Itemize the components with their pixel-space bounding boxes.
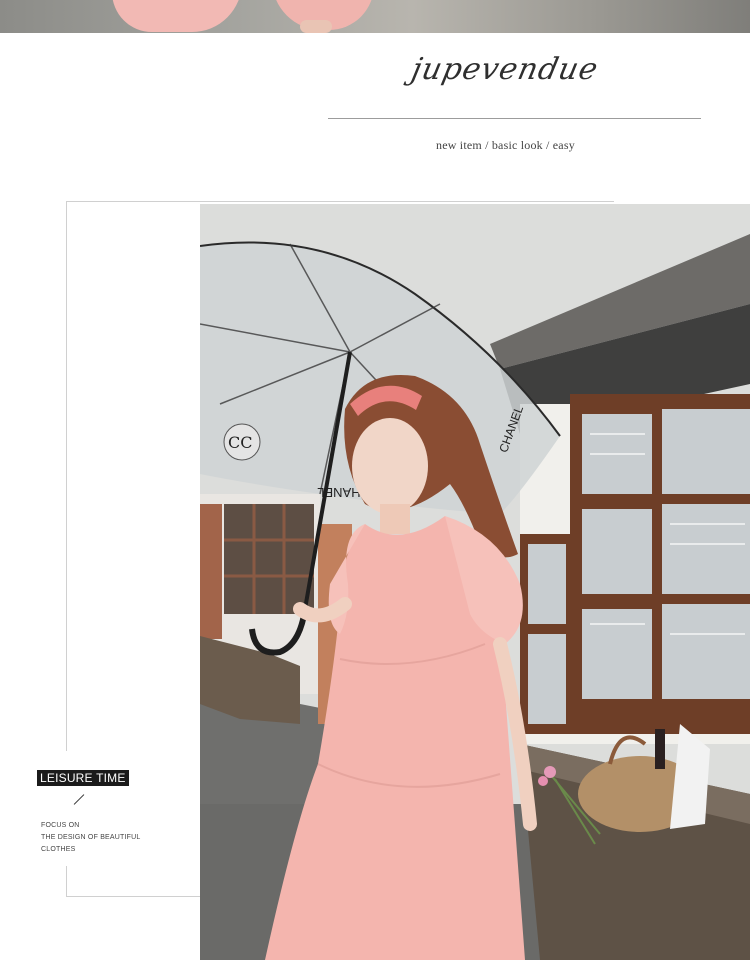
frame-line [66, 201, 614, 202]
focus-caption: FOCUS ON THE DESIGN OF BEAUTIFUL CLOTHES [41, 820, 141, 856]
product-photo: CC CHANEL CHANEL [200, 204, 750, 960]
frame-line [66, 866, 67, 897]
frame-line [66, 896, 200, 897]
frame-line [66, 201, 67, 751]
dress-fragment [112, 0, 242, 32]
top-photo-strip [0, 0, 750, 33]
leisure-time-badge: LEISURE TIME [37, 770, 129, 786]
focus-caption-line: FOCUS ON [41, 822, 80, 829]
svg-text:CC: CC [228, 433, 252, 452]
focus-caption-line: CLOTHES [41, 846, 76, 853]
brand-signature: jupevendue [408, 52, 602, 87]
slash-divider [73, 794, 85, 805]
divider [328, 118, 701, 119]
focus-caption-line: THE DESIGN OF BEAUTIFUL [41, 834, 141, 841]
leg-fragment [300, 20, 332, 33]
tagline: new item / basic look / easy [436, 138, 575, 152]
